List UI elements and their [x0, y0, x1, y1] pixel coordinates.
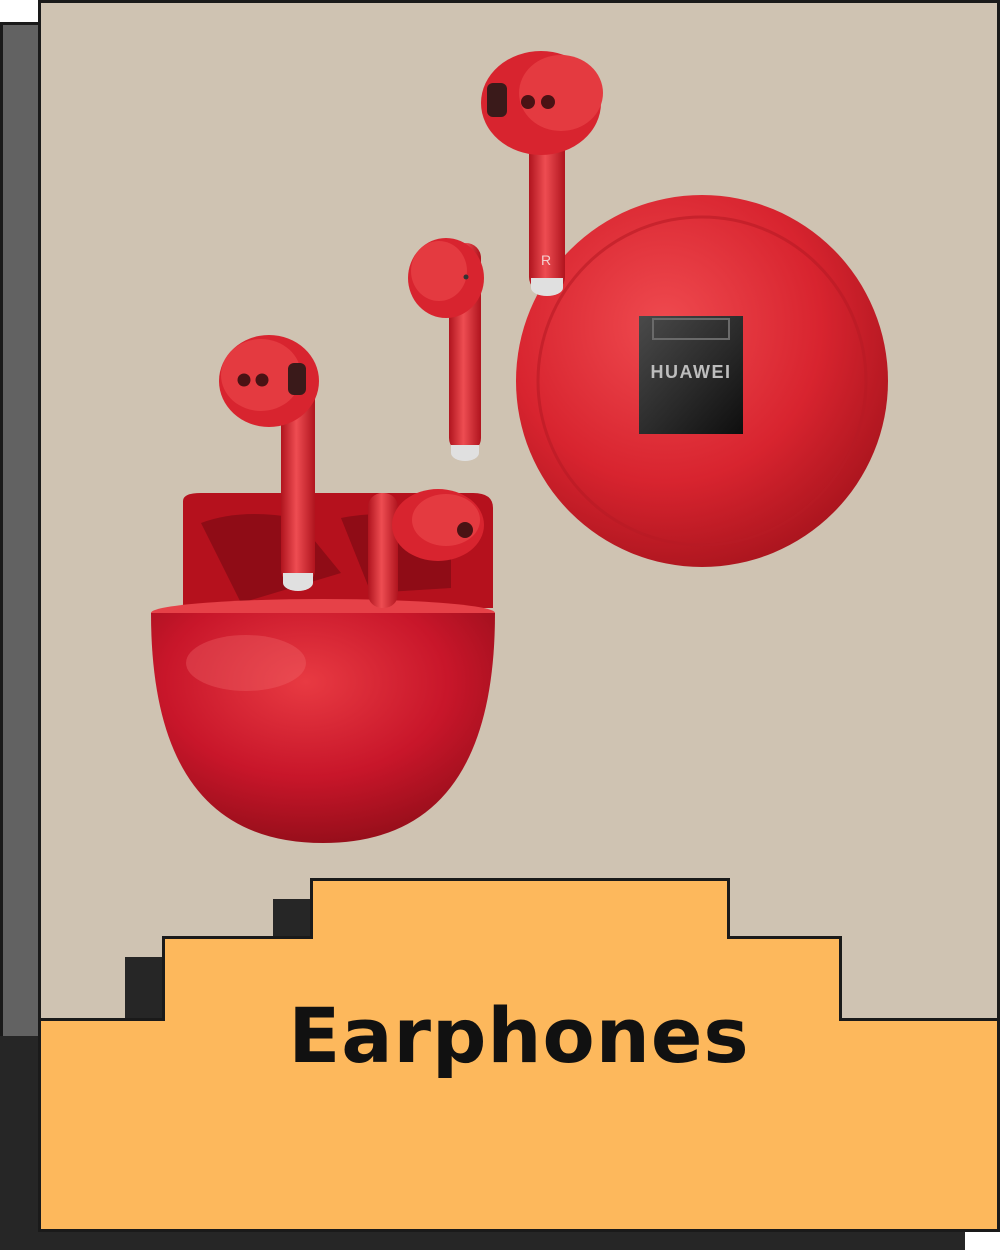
card-shadow-bottom [0, 1036, 42, 1250]
case-brand-logo: HUAWEI [651, 362, 732, 382]
charging-case-closed: HUAWEI [516, 195, 888, 567]
earbud-side-mark: R [541, 252, 551, 268]
category-card[interactable]: HUAWEI R Earphones [0, 0, 1000, 1250]
earbud-left-floating [408, 238, 484, 461]
card-panel: HUAWEI R Earphones [38, 0, 1000, 1232]
card-title: Earphones [288, 991, 750, 1080]
